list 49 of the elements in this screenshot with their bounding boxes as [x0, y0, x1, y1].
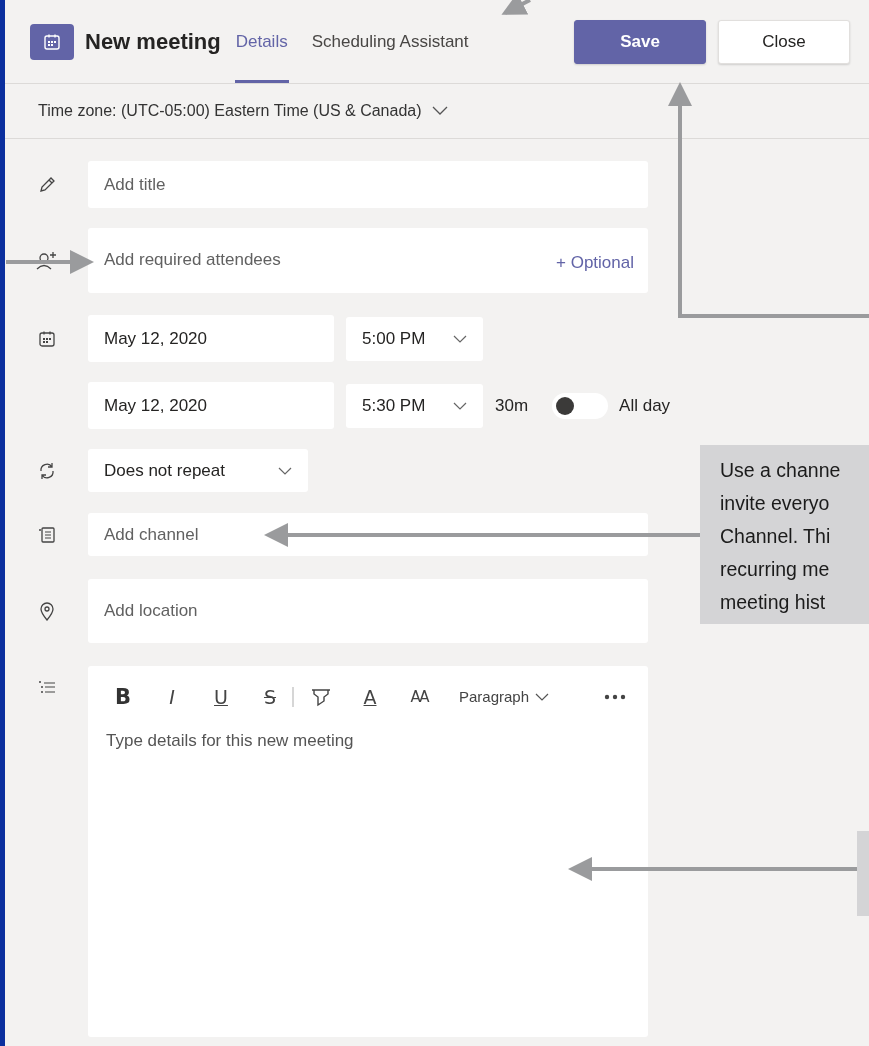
bullet-list-icon	[37, 680, 56, 696]
all-day-label: All day	[619, 395, 671, 416]
bold-button[interactable]: B	[106, 684, 140, 709]
chevron-down-icon	[431, 106, 448, 116]
end-date-field[interactable]: May 12, 2020	[88, 382, 334, 429]
callout-text: invite everyo	[720, 491, 830, 516]
pencil-icon	[37, 175, 56, 194]
attendees-field[interactable]: Add required attendees + Optional	[88, 228, 648, 293]
start-date-field[interactable]: May 12, 2020	[88, 315, 334, 362]
chevron-down-icon	[278, 466, 292, 475]
title-field[interactable]: Add title	[88, 161, 648, 208]
details-placeholder: Type details for this new meeting	[106, 731, 355, 751]
optional-link[interactable]: + Optional	[556, 253, 634, 273]
start-time-dropdown[interactable]: 5:00 PM	[346, 316, 483, 361]
callout-text: meeting hist	[720, 590, 826, 615]
close-button[interactable]: Close	[718, 19, 850, 64]
save-button[interactable]: Save	[574, 19, 706, 64]
callout-text: Channel. Thi	[720, 524, 831, 549]
channel-list-icon	[37, 525, 56, 544]
more-options-icon[interactable]	[604, 693, 626, 700]
window-title: New meeting	[85, 28, 221, 55]
time-zone-dropdown[interactable]: Time zone: (UTC-05:00) Eastern Time (US & Canada)	[38, 102, 448, 120]
italic-button[interactable]: I	[155, 685, 189, 708]
end-time-dropdown[interactable]: 5:30 PM	[346, 383, 483, 428]
duration-label: 30m	[495, 395, 529, 416]
repeat-dropdown[interactable]: Does not repeat	[88, 449, 308, 492]
all-day-toggle[interactable]	[552, 392, 609, 419]
location-pin-icon	[38, 601, 55, 621]
calendar-icon	[37, 329, 56, 348]
add-person-icon	[35, 250, 58, 271]
chevron-down-icon	[535, 692, 550, 701]
location-field[interactable]: Add location	[88, 579, 648, 643]
font-color-button[interactable]: A	[353, 685, 387, 708]
chevron-down-icon	[453, 334, 467, 343]
callout-text: Use a channe	[720, 458, 841, 483]
strikethrough-button[interactable]: S	[253, 685, 287, 708]
repeat-icon	[37, 461, 56, 480]
tab[interactable]: Scheduling Assistant	[310, 0, 470, 83]
callout-arrow	[501, 0, 531, 15]
tab[interactable]: Details	[234, 0, 289, 83]
details-editor[interactable]: B I U S A AA Paragraph Type details for this new meeting	[88, 666, 648, 1037]
callout-text: recurring me	[720, 557, 830, 582]
font-size-button[interactable]: AA	[402, 687, 436, 706]
underline-button[interactable]: U	[204, 685, 238, 708]
chevron-down-icon	[453, 401, 467, 410]
channel-field[interactable]: Add channel	[88, 513, 648, 556]
paragraph-dropdown[interactable]: Paragraph	[459, 688, 550, 705]
calendar-icon	[30, 23, 74, 60]
attendees-placeholder: Add required attendees	[104, 250, 281, 270]
